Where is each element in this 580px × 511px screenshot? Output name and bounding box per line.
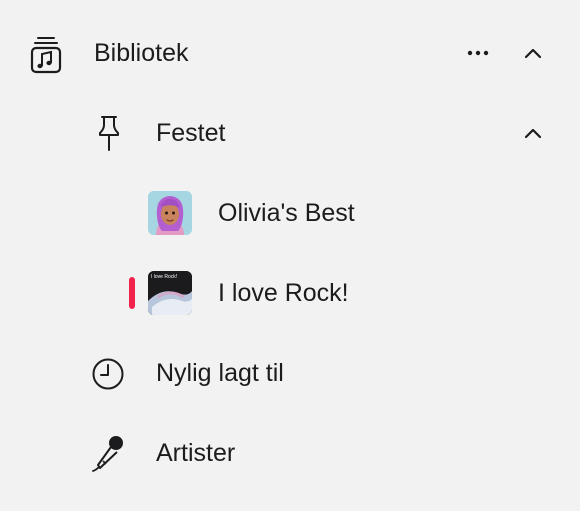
sidebar-item-recently-added[interactable]: Nylig lagt til [0, 333, 580, 413]
artists-label: Artister [156, 439, 236, 467]
avatar-artwork [148, 191, 192, 235]
playlist-label: Olivia's Best [218, 199, 355, 227]
collapse-library-button[interactable] [521, 41, 545, 65]
pin-icon [94, 113, 124, 153]
playlist-label: I love Rock! [218, 279, 349, 307]
more-options-button[interactable] [463, 41, 493, 65]
rock-artwork: I love Rock! [148, 271, 192, 315]
sidebar-item-artists[interactable]: Artister [0, 413, 580, 493]
microphone-icon [90, 433, 126, 473]
ellipsis-icon [467, 50, 489, 56]
recent-label: Nylig lagt til [156, 359, 284, 387]
sidebar-item-pinned[interactable]: Festet [0, 93, 580, 173]
chevron-up-icon [524, 128, 542, 138]
chevron-up-icon [524, 48, 542, 58]
pinned-label: Festet [156, 119, 226, 147]
artwork-title: I love Rock! [151, 274, 178, 280]
playlist-item-olivias-best[interactable]: Olivia's Best [0, 173, 580, 253]
playlist-item-i-love-rock[interactable]: I love Rock! I love Rock! [0, 253, 580, 333]
clock-icon [91, 357, 125, 391]
active-indicator [129, 277, 135, 309]
collapse-pinned-button[interactable] [521, 121, 545, 145]
library-label: Bibliotek [94, 39, 189, 67]
sidebar-item-library[interactable]: Bibliotek [0, 13, 580, 93]
music-library-icon [28, 35, 64, 75]
